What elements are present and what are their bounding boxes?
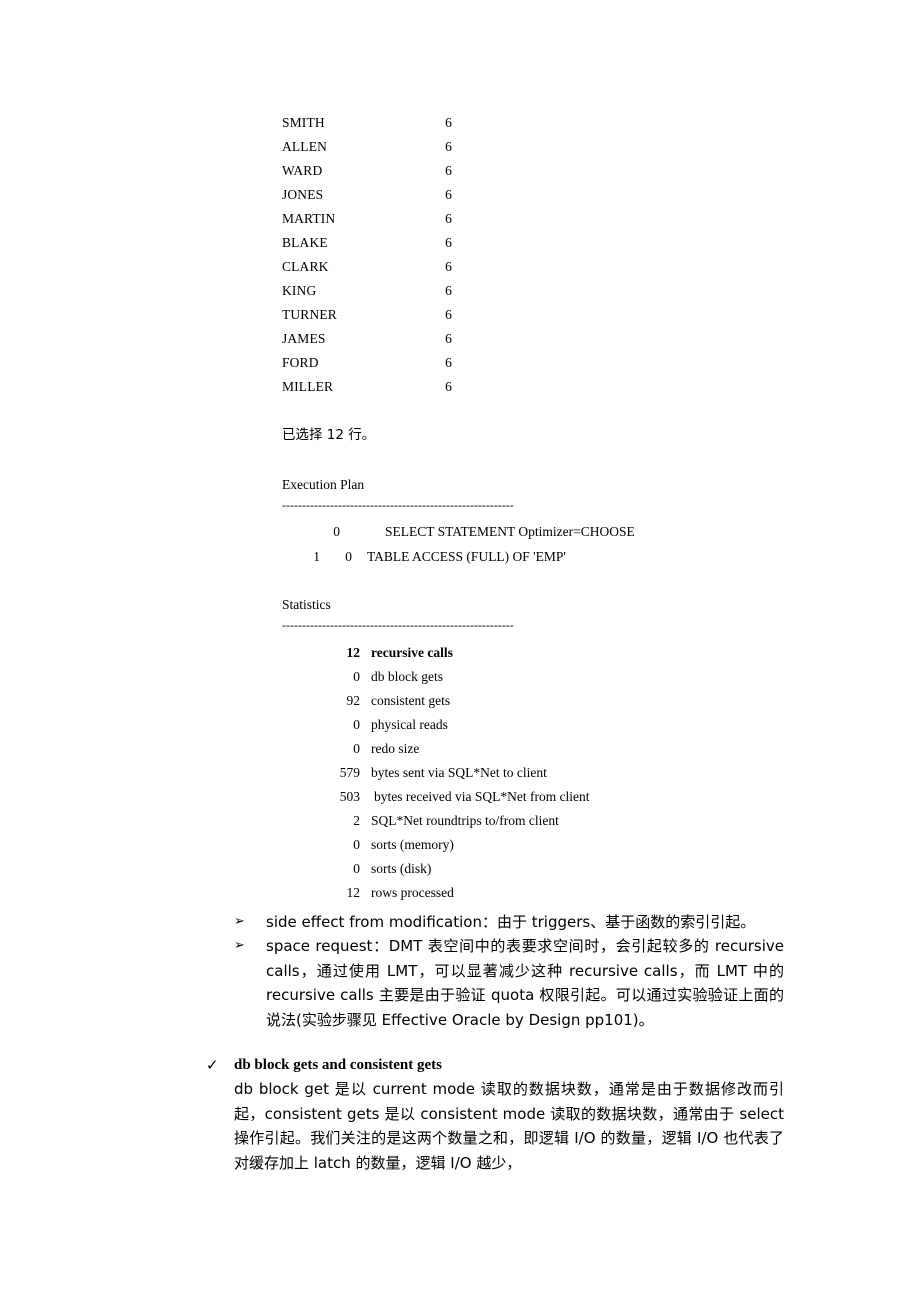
row-name: JONES — [282, 187, 324, 202]
statistic-label: recursive calls — [371, 645, 453, 660]
row-value: 6 — [445, 307, 452, 322]
note-arrow-item-2-text: space request：DMT 表空间中的表要求空间时，会引起较多的 rec… — [266, 937, 784, 1029]
plan-step-id: 0 — [333, 524, 340, 539]
plan-parent-id: 0 — [345, 549, 352, 564]
statistic-label: consistent gets — [371, 693, 451, 708]
statistic-label: bytes received via SQL*Net from client — [374, 789, 590, 804]
table-row: TURNER 6 — [282, 307, 452, 322]
statistic-label: redo size — [371, 741, 420, 756]
statistic-row: 92 consistent gets — [300, 693, 451, 709]
row-value: 6 — [445, 259, 452, 274]
check-bullet-icon: ✓ — [206, 1056, 219, 1074]
statistic-label: SQL*Net roundtrips to/from client — [371, 813, 559, 828]
row-name: KING — [282, 283, 317, 298]
statistic-row: 579 bytes sent via SQL*Net to client — [300, 765, 547, 781]
note-check-item-heading: db block gets and consistent gets — [234, 1057, 442, 1073]
table-row: SMITH 6 — [282, 115, 452, 130]
arrow-bullet-icon: ➢ — [234, 914, 245, 929]
statistic-label: bytes sent via SQL*Net to client — [371, 765, 547, 780]
row-name: MILLER — [282, 379, 334, 394]
table-row: JONES 6 — [282, 187, 452, 202]
table-row: MILLER 6 — [282, 379, 452, 394]
table-row: CLARK 6 — [282, 259, 452, 274]
statistic-row: 0 physical reads — [300, 717, 448, 733]
statistic-value: 0 — [353, 717, 360, 732]
selected-rows-note: 已选择 12 行。 — [282, 427, 376, 443]
statistic-value: 0 — [353, 741, 360, 756]
statistic-row: 12 rows processed — [300, 885, 454, 901]
table-row: ALLEN 6 — [282, 139, 452, 154]
note-arrow-item-1-text: side effect from modification：由于 trigger… — [266, 913, 756, 931]
statistic-label: physical reads — [371, 717, 448, 732]
statistic-value: 12 — [346, 645, 361, 660]
row-value: 6 — [445, 331, 452, 346]
row-value: 6 — [445, 283, 452, 298]
row-value: 6 — [445, 163, 452, 178]
row-value: 6 — [445, 187, 452, 202]
row-value: 6 — [445, 139, 452, 154]
statistic-row: 503 bytes received via SQL*Net from clien… — [300, 789, 590, 805]
table-row: KING 6 — [282, 283, 452, 298]
row-name: BLAKE — [282, 235, 328, 250]
statistics-heading: Statistics — [282, 597, 331, 612]
statistic-value: 503 — [339, 789, 360, 804]
note-check-item-body: db block get 是以 current mode 读取的数据块数，通常是… — [234, 1080, 784, 1172]
plan-operation: SELECT STATEMENT Optimizer=CHOOSE — [385, 524, 635, 539]
statistic-value: 2 — [353, 813, 360, 828]
statistic-label: sorts (disk) — [371, 861, 432, 876]
statistic-value: 0 — [353, 837, 360, 852]
table-row: MARTIN 6 — [282, 211, 452, 226]
plan-step-id: 1 — [313, 549, 320, 564]
table-row: JAMES 6 — [282, 331, 452, 346]
statistic-label: rows processed — [371, 885, 454, 900]
row-name: CLARK — [282, 259, 329, 274]
document-page: SMITH 6 ALLEN 6 WARD 6 JONES 6 MARTIN 6 BLAKE… — [0, 0, 920, 1302]
statistic-value: 92 — [346, 693, 361, 708]
table-row: WARD 6 — [282, 163, 452, 178]
row-name: SMITH — [282, 115, 325, 130]
row-value: 6 — [445, 235, 452, 250]
arrow-bullet-icon: ➢ — [234, 938, 245, 953]
statistic-row: 0 db block gets — [300, 669, 443, 685]
statistic-value: 12 — [346, 885, 361, 900]
row-name: JAMES — [282, 331, 326, 346]
statistic-label: sorts (memory) — [371, 837, 454, 852]
row-value: 6 — [445, 379, 452, 394]
execution-plan-heading: Execution Plan — [282, 477, 365, 492]
statistic-row: 2 SQL*Net roundtrips to/from client — [300, 813, 559, 829]
row-name: FORD — [282, 355, 319, 370]
row-name: TURNER — [282, 307, 337, 322]
table-row: BLAKE 6 — [282, 235, 452, 250]
statistic-row: 0 redo size — [300, 741, 419, 757]
statistic-value: 0 — [353, 669, 360, 684]
statistic-label: db block gets — [371, 669, 443, 684]
statistic-row: 12 recursive calls — [300, 645, 453, 661]
row-name: WARD — [282, 163, 323, 178]
statistic-value: 579 — [339, 765, 360, 780]
row-value: 6 — [445, 211, 452, 226]
plan-operation: TABLE ACCESS (FULL) OF 'EMP' — [367, 549, 566, 564]
execution-plan-separator: ----------------------------------------… — [282, 500, 514, 510]
row-value: 6 — [445, 355, 452, 370]
row-value: 6 — [445, 115, 452, 130]
statistics-separator: ----------------------------------------… — [282, 620, 514, 630]
row-name: MARTIN — [282, 211, 336, 226]
row-name: ALLEN — [282, 139, 327, 154]
statistic-row: 0 sorts (memory) — [300, 837, 454, 853]
table-row: FORD 6 — [282, 355, 452, 370]
statistic-row: 0 sorts (disk) — [300, 861, 431, 877]
statistic-value: 0 — [353, 861, 360, 876]
